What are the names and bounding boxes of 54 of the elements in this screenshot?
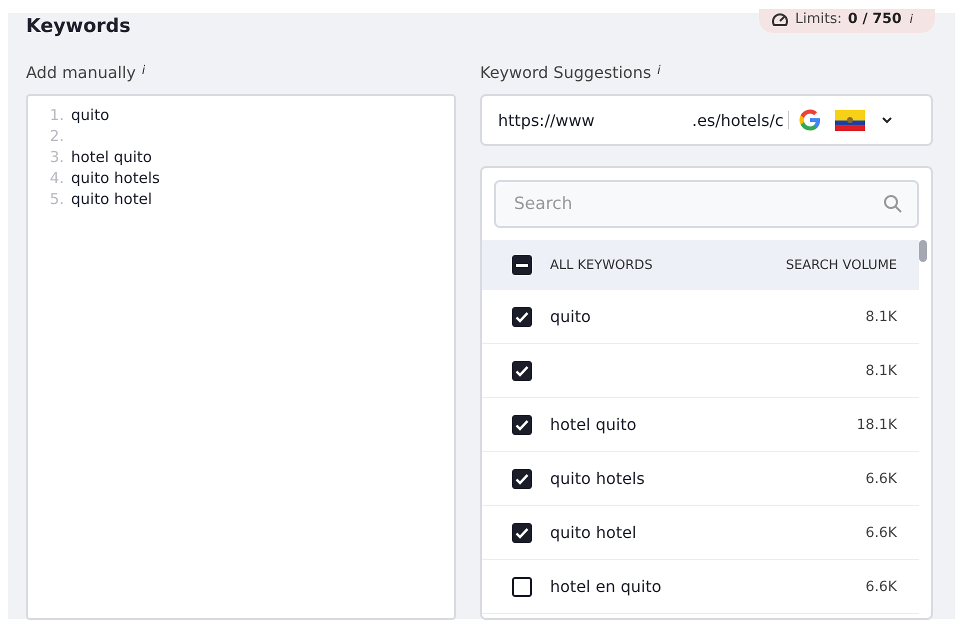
line-number: 4. (48, 168, 64, 186)
url-field[interactable]: https://www .es/hotels/c (480, 94, 933, 146)
search-field[interactable]: Search (494, 180, 919, 228)
checkmark-icon (515, 418, 529, 430)
keyword-line: quito hotels (71, 168, 160, 186)
volume-cell: 6.6K (866, 470, 897, 486)
info-icon[interactable]: i (910, 12, 913, 26)
google-logo-icon (798, 109, 821, 131)
checkbox[interactable] (512, 576, 532, 596)
field-label: Add manually (26, 63, 136, 82)
checkbox[interactable] (512, 360, 532, 380)
volume-cell: 8.1K (866, 362, 897, 378)
gauge-icon (771, 11, 790, 27)
volume-cell: 6.6K (866, 524, 897, 540)
checkmark-icon (515, 364, 529, 376)
keyword-line: hotel quito (71, 148, 152, 166)
volume-cell: 8.1K (866, 308, 897, 324)
checkbox[interactable] (512, 414, 532, 434)
checkbox[interactable] (512, 306, 532, 326)
url-text: .es/hotels/c (692, 110, 784, 130)
section-title: Keywords (26, 15, 131, 37)
volume-cell: 6.6K (866, 578, 897, 594)
search-icon (883, 194, 903, 214)
checkmark-icon (515, 472, 529, 484)
line-number: 5. (48, 190, 64, 208)
keyword-cell: quito hotel (550, 523, 636, 542)
keyword-cell: hotel quito (550, 415, 636, 434)
scrollbar-thumb[interactable] (919, 240, 927, 262)
column-header: SEARCH VOLUME (786, 258, 897, 272)
limits-label: Limits: (795, 11, 842, 27)
url-text: https://www (498, 110, 596, 130)
info-icon[interactable]: i (657, 63, 661, 77)
checkmark-icon (515, 526, 529, 538)
keyword-line: quito hotel (71, 190, 152, 208)
keyword-cell: hotel en quito (550, 577, 662, 596)
line-number: 2. (48, 126, 64, 144)
minus-icon (516, 264, 528, 266)
keyword-cell: quito (550, 307, 591, 326)
line-number: 1. (48, 106, 64, 124)
checkmark-icon (515, 310, 529, 322)
limits-value: 0 / 750 (848, 11, 902, 27)
info-icon[interactable]: i (142, 63, 146, 77)
checkbox[interactable] (512, 468, 532, 488)
checkbox[interactable] (512, 522, 532, 542)
volume-cell: 18.1K (856, 416, 897, 432)
keyword-line: quito (71, 106, 110, 124)
column-header: ALL KEYWORDS (550, 258, 654, 272)
flag-icon[interactable] (834, 110, 865, 130)
keywords-textarea[interactable]: 1. quito 2. 3. hotel quito 4. quito hotels 5. quito hotel (26, 94, 456, 620)
line-number: 3. (48, 148, 64, 166)
keyword-cell: quito hotels (550, 469, 645, 488)
field-label: Keyword Suggestions (480, 63, 652, 82)
chevron-down-icon[interactable] (880, 116, 893, 124)
checkbox[interactable] (512, 255, 532, 275)
